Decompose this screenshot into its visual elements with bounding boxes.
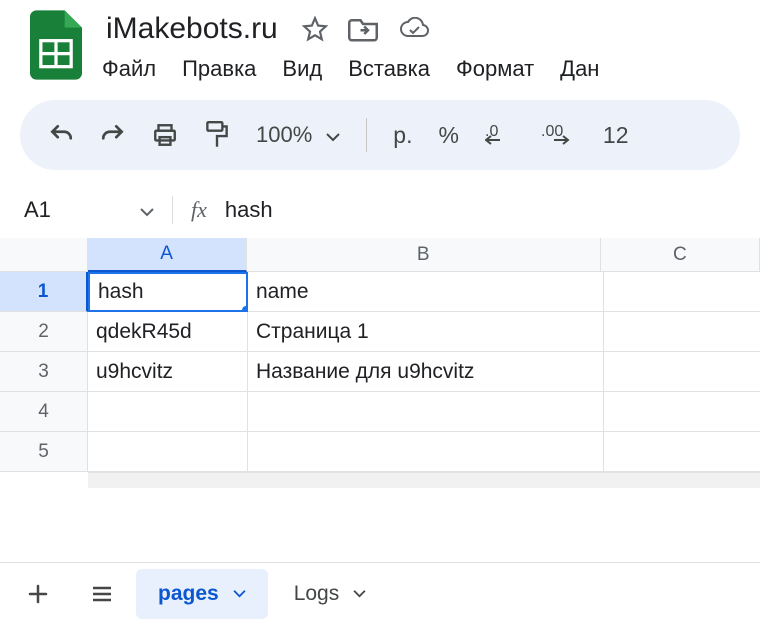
- header: iMakebots.ru Файл Правка Вид Вставка Фор…: [0, 0, 760, 82]
- print-icon[interactable]: [152, 122, 178, 148]
- cell-A4[interactable]: [88, 392, 248, 432]
- cell-C1[interactable]: [604, 272, 760, 312]
- select-all-corner[interactable]: [0, 238, 88, 272]
- cloud-status-icon[interactable]: [398, 17, 430, 41]
- document-title[interactable]: iMakebots.ru: [102, 10, 282, 48]
- sheets-logo[interactable]: [30, 10, 82, 80]
- zoom-value: 100%: [256, 122, 312, 148]
- all-sheets-button[interactable]: [72, 569, 132, 619]
- horizontal-scrollbar[interactable]: [88, 472, 760, 488]
- sheet-tab-label: Logs: [294, 582, 340, 606]
- row-header-5[interactable]: 5: [0, 432, 88, 472]
- chevron-down-icon[interactable]: [233, 586, 246, 601]
- sheet-tab-pages[interactable]: pages: [136, 569, 268, 619]
- cell-A1[interactable]: hash: [88, 272, 248, 312]
- name-box-dropdown-icon[interactable]: [140, 197, 154, 223]
- row-header-2[interactable]: 2: [0, 312, 88, 352]
- cell-A3[interactable]: u9hcvitz: [88, 352, 248, 392]
- column-header-A[interactable]: A: [88, 238, 247, 272]
- selection-handle[interactable]: [241, 305, 248, 312]
- column-header-C[interactable]: C: [601, 238, 760, 272]
- menu-edit[interactable]: Правка: [182, 56, 256, 82]
- menu-view[interactable]: Вид: [282, 56, 322, 82]
- percent-button[interactable]: %: [438, 122, 458, 149]
- sheet-tab-label: pages: [158, 582, 219, 606]
- zoom-dropdown[interactable]: 100%: [256, 122, 340, 148]
- chevron-down-icon: [326, 122, 340, 148]
- chevron-down-icon[interactable]: [353, 586, 366, 601]
- redo-icon[interactable]: [100, 122, 126, 148]
- decrease-decimal-icon[interactable]: .0: [485, 121, 515, 149]
- menu-insert[interactable]: Вставка: [348, 56, 430, 82]
- cell-B2[interactable]: Страница 1: [248, 312, 604, 352]
- cell-C4[interactable]: [604, 392, 760, 432]
- row-header-4[interactable]: 4: [0, 392, 88, 432]
- menu-file[interactable]: Файл: [102, 56, 156, 82]
- cell-B1[interactable]: name: [248, 272, 604, 312]
- formula-bar[interactable]: hash: [225, 197, 273, 223]
- toolbar: 100% р. % .0 .00 12: [20, 100, 740, 170]
- more-format[interactable]: 12: [603, 122, 629, 149]
- undo-icon[interactable]: [48, 122, 74, 148]
- name-box-row: A1 fx hash: [20, 196, 760, 224]
- cell-B5[interactable]: [248, 432, 604, 472]
- cell-B3[interactable]: Название для u9hcvitz: [248, 352, 604, 392]
- menu-bar: Файл Правка Вид Вставка Формат Дан: [102, 56, 740, 82]
- star-icon[interactable]: [302, 16, 328, 42]
- fx-label: fx: [191, 197, 207, 223]
- sheet-tab-logs[interactable]: Logs: [272, 569, 389, 619]
- cell-C5[interactable]: [604, 432, 760, 472]
- cell-C2[interactable]: [604, 312, 760, 352]
- currency-button[interactable]: р.: [393, 122, 412, 149]
- name-box[interactable]: A1: [20, 197, 120, 223]
- spreadsheet-grid: A B C 1 2 3 4 5 hash name qdekR45d Стран…: [0, 238, 760, 488]
- svg-text:.00: .00: [541, 123, 563, 140]
- add-sheet-button[interactable]: [8, 569, 68, 619]
- cell-A2[interactable]: qdekR45d: [88, 312, 248, 352]
- column-header-B[interactable]: B: [247, 238, 601, 272]
- menu-data[interactable]: Дан: [560, 56, 599, 82]
- sheet-tabs-bar: pages Logs: [0, 562, 760, 624]
- paint-format-icon[interactable]: [204, 120, 230, 150]
- move-folder-icon[interactable]: [348, 16, 378, 42]
- separator: [172, 196, 173, 224]
- separator: [366, 118, 367, 152]
- row-header-1[interactable]: 1: [0, 272, 88, 312]
- cell-C3[interactable]: [604, 352, 760, 392]
- increase-decimal-icon[interactable]: .00: [541, 121, 577, 149]
- svg-text:.0: .0: [485, 123, 498, 140]
- cell-B4[interactable]: [248, 392, 604, 432]
- menu-format[interactable]: Формат: [456, 56, 534, 82]
- row-header-3[interactable]: 3: [0, 352, 88, 392]
- cell-A5[interactable]: [88, 432, 248, 472]
